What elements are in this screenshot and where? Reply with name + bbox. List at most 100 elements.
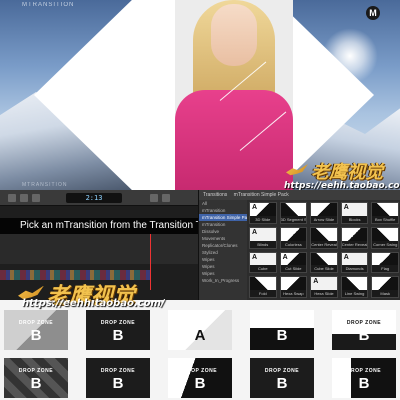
- transition-thumbnail[interactable]: A Hexa Slide: [310, 276, 338, 298]
- tutorial-caption: Pick an mTransition from the Transition …: [0, 218, 212, 234]
- thumbnail-label: Hexa Slide: [314, 291, 334, 296]
- category-item[interactable]: Movements: [199, 235, 247, 242]
- category-item[interactable]: Wipes: [199, 256, 247, 263]
- drop-zone-letter: B: [194, 375, 206, 392]
- thumbnail-label: 3D Segment Slide: [280, 216, 307, 222]
- transition-thumbnail[interactable]: A 3D Slide: [249, 202, 277, 224]
- drop-zone-tile[interactable]: DROP ZONE B: [86, 358, 150, 398]
- thumbnail-image: A: [250, 227, 276, 241]
- thumbnail-letter: A: [252, 204, 258, 211]
- transition-thumbnail[interactable]: A Diamonds: [340, 251, 369, 274]
- thumbnail-label: Cube: [258, 266, 268, 272]
- drop-zone-letter: B: [358, 375, 370, 392]
- drop-zone-tile[interactable]: DROP ZONE B: [4, 358, 68, 398]
- thumbnail-label: 3D Slide: [255, 216, 271, 222]
- browser-tab[interactable]: Transitions: [203, 192, 227, 198]
- zoom-button[interactable]: [150, 194, 158, 202]
- drop-zone-tile[interactable]: DROP ZONE B: [168, 358, 232, 398]
- transition-thumbnail[interactable]: Arrow Slide: [310, 202, 338, 224]
- category-item[interactable]: mTransition: [199, 207, 247, 214]
- thumbnail-label: Fold: [258, 291, 267, 296]
- person-photo: [175, 0, 293, 190]
- browser-header: Transitions mTransition Simple Pack: [199, 190, 400, 200]
- drop-zone-letter: B: [112, 327, 124, 344]
- thumbnail-label: Cut Slide: [285, 266, 302, 272]
- thumbnail-label: Mask: [380, 291, 390, 296]
- drop-zone-letter: B: [276, 327, 288, 344]
- drop-zone-tile[interactable]: DROP ZONE B: [4, 310, 68, 350]
- transition-thumbnail[interactable]: Colorless: [279, 226, 308, 249]
- timeline-tracks[interactable]: [0, 234, 198, 264]
- transition-thumbnail[interactable]: Mask: [371, 276, 399, 298]
- transition-thumbnail[interactable]: Hexa Swap: [279, 276, 308, 298]
- drop-zone-tile[interactable]: DROP ZONE B: [332, 358, 396, 398]
- transition-thumbnail[interactable]: A Cube: [249, 251, 277, 274]
- category-item[interactable]: mTransition: [199, 221, 247, 228]
- transition-thumbnail[interactable]: Cube Slide: [310, 251, 338, 274]
- tool-button[interactable]: [20, 194, 28, 202]
- transition-thumbnail[interactable]: Center Reveal: [310, 226, 338, 249]
- drop-zone-tile[interactable]: DROP ZONE B: [332, 310, 396, 350]
- transition-thumbnail[interactable]: Center Reveal: [340, 226, 369, 249]
- drop-zone-letter: B: [30, 375, 42, 392]
- thumbnail-label: Diamonds: [345, 266, 364, 272]
- transition-thumbnail[interactable]: A 3D Segment Slide: [279, 202, 308, 224]
- thumbnail-image: A: [280, 252, 307, 266]
- thumbnail-letter: A: [343, 204, 349, 211]
- category-item[interactable]: Stylized: [199, 249, 247, 256]
- thumbnail-letter: A: [252, 228, 258, 236]
- thumbnail-image: [311, 227, 337, 241]
- thumbnail-image: [341, 227, 368, 241]
- transition-thumbnail[interactable]: A Blinds: [249, 226, 277, 249]
- drop-zone-tile[interactable]: DROP ZONE B: [86, 310, 150, 350]
- tool-button[interactable]: [32, 194, 40, 202]
- thumbnail-label: Corner Swing: [373, 241, 398, 247]
- drop-zone-letter: A: [194, 327, 206, 344]
- category-item[interactable]: Wipes: [199, 270, 247, 277]
- drop-zone-label: DROP ZONE: [100, 320, 136, 326]
- thumbnail-letter: A: [282, 253, 288, 261]
- category-item[interactable]: Dissolve: [199, 228, 247, 235]
- thumbnail-label: Center Reveal: [311, 241, 337, 247]
- transition-thumbnail[interactable]: Fold: [249, 276, 277, 298]
- brand-badge: M: [366, 6, 380, 20]
- drop-zone-letter: B: [112, 375, 124, 392]
- category-item[interactable]: Work_In_Progress: [199, 277, 247, 284]
- thumbnail-letter: A: [282, 204, 288, 211]
- transition-thumbnail[interactable]: Flag: [371, 251, 399, 274]
- drop-zone-label: DROP ZONE: [18, 368, 54, 374]
- transition-thumbnail[interactable]: A Cut Slide: [279, 251, 308, 274]
- drop-zone-letter: B: [276, 375, 288, 392]
- playhead[interactable]: [150, 234, 151, 290]
- thumbnail-image: [372, 277, 398, 290]
- brand-text-bottom: MTRANSITION: [22, 182, 68, 188]
- thumbnail-image: [341, 277, 368, 290]
- category-item[interactable]: mTransition Simple Pack: [199, 214, 247, 221]
- transition-thumbnail[interactable]: A Blocks: [340, 202, 369, 224]
- thumbnail-image: A: [341, 203, 368, 216]
- drop-zone-tile[interactable]: DROP ZONE B: [250, 358, 314, 398]
- screen: MTRANSITION MTRANSITION M 老鹰视觉 https://e…: [0, 0, 400, 400]
- pink-top: [175, 90, 293, 190]
- transition-thumbnail[interactable]: Line Swing: [340, 276, 369, 298]
- thumbnail-image: [311, 203, 337, 216]
- thumbnail-letter: A: [343, 253, 349, 261]
- thumbnail-label: Box Shuffle: [375, 216, 396, 222]
- drop-zone-label: DROP ZONE: [182, 368, 218, 374]
- thumbnail-image: A: [280, 203, 307, 216]
- thumbnail-image: A: [341, 252, 368, 266]
- thumbnail-letter: A: [252, 253, 258, 261]
- thumbnail-label: Colorless: [285, 241, 302, 247]
- thumbnail-image: A: [250, 252, 276, 266]
- transition-thumbnail[interactable]: Corner Swing: [371, 226, 399, 249]
- category-item[interactable]: Replicator/Clones: [199, 242, 247, 249]
- category-item[interactable]: All: [199, 200, 247, 207]
- transitions-browser: Transitions mTransition Simple Pack All m…: [198, 190, 400, 300]
- drop-zone-grid: DROP ZONE B DROP ZONE B A DROP ZONE B DROP ZONE…: [0, 300, 400, 400]
- drop-zone-tile[interactable]: DROP ZONE B: [250, 310, 314, 350]
- transition-thumbnail[interactable]: A Box Shuffle: [371, 202, 399, 224]
- settings-button[interactable]: [162, 194, 170, 202]
- drop-zone-tile[interactable]: A: [168, 310, 232, 350]
- category-item[interactable]: Wipes: [199, 263, 247, 270]
- play-button[interactable]: [8, 194, 16, 202]
